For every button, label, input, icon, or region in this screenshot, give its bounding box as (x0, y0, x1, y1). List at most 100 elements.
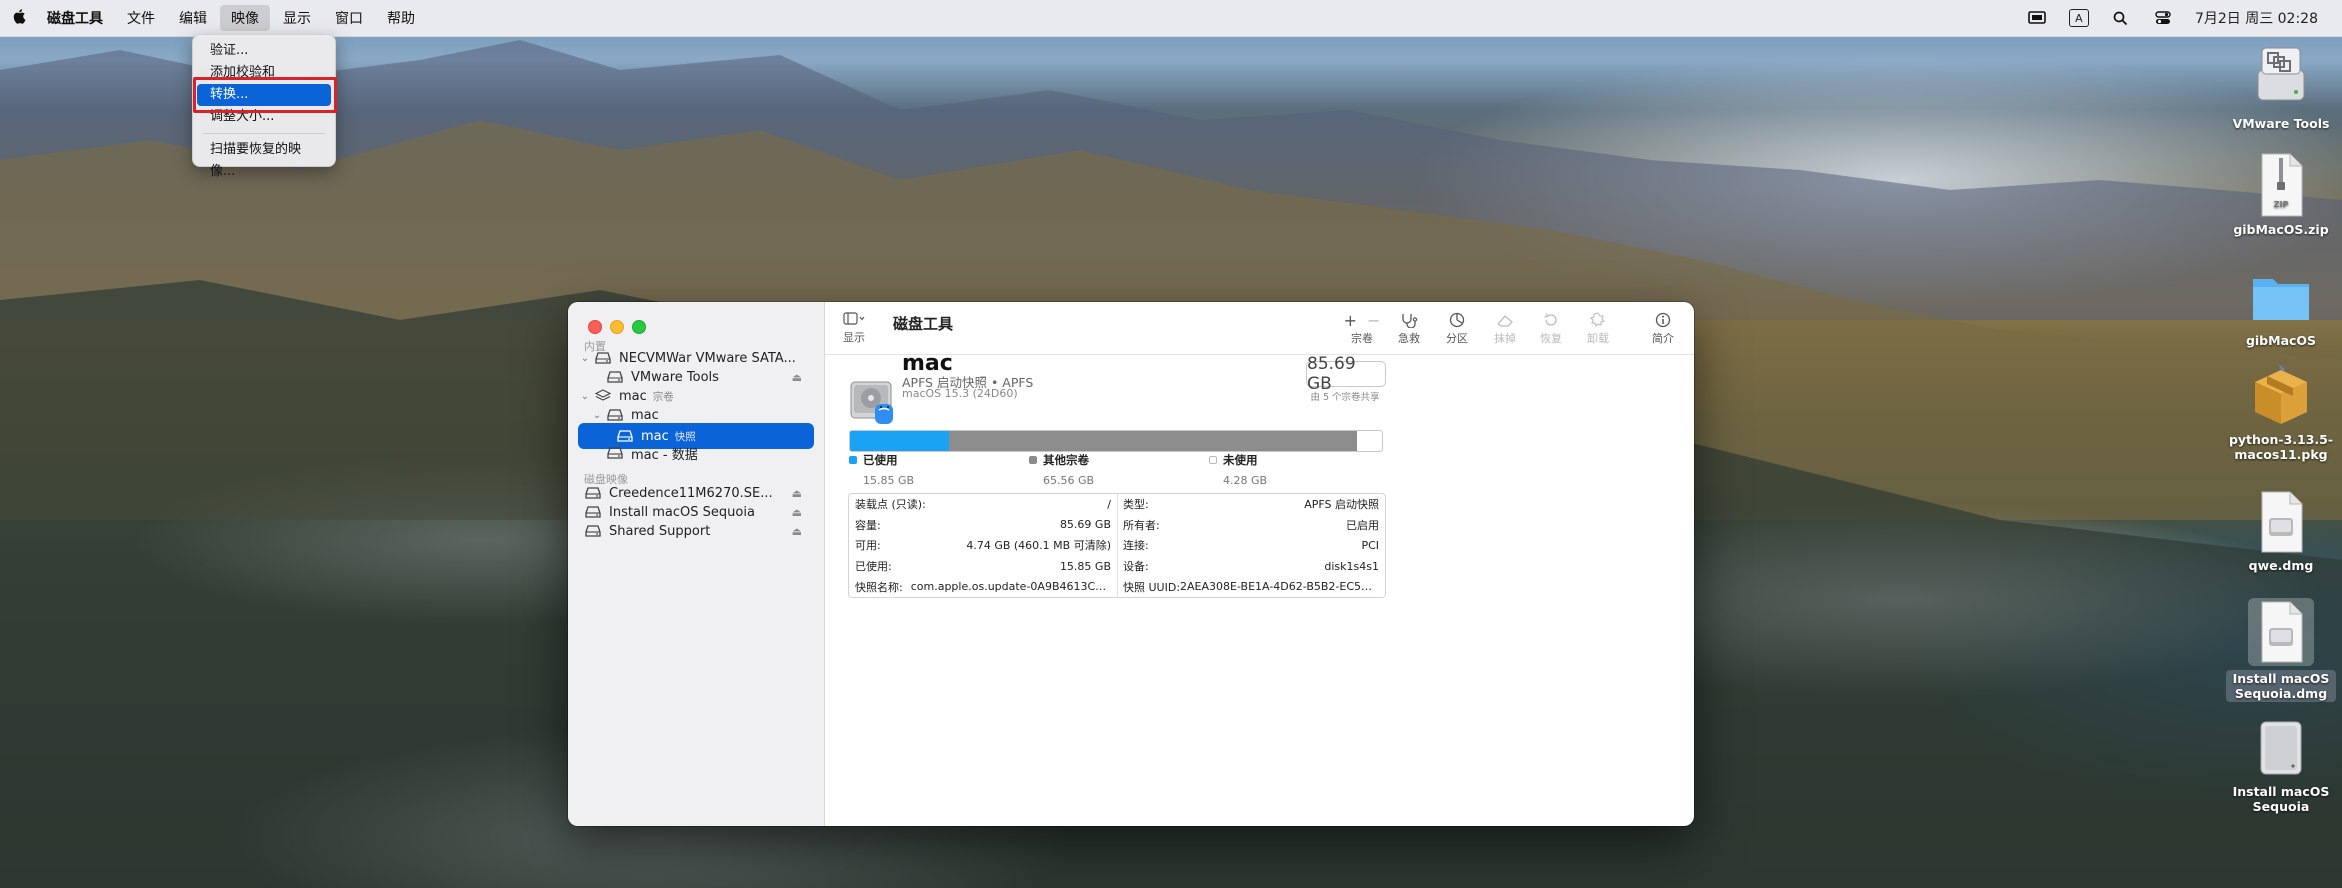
legend-free: 未使用 4.28 GB (1209, 452, 1267, 487)
menu-file[interactable]: 文件 (116, 5, 166, 31)
toolbar: 显示 磁盘工具 + − 宗卷 急救 分区 抹掉 恢复 卸载 简介 (825, 302, 1694, 355)
info-value: / (1107, 497, 1111, 511)
chevron-down-icon[interactable]: ⌄ (578, 391, 592, 402)
desktop-icon-install-sequoia-dmg[interactable]: Install macOS Sequoia.dmg (2226, 598, 2336, 702)
eraser-icon (1496, 310, 1514, 330)
info-column-left: 装载点 (只读): / 容量: 85.69 GB 可用: 4.74 GB (460.1… (849, 494, 1118, 597)
eject-icon[interactable]: ⏏ (792, 487, 802, 500)
desktop-icon-install-sequoia-volume[interactable]: Install macOS Sequoia (2226, 716, 2336, 814)
info-key: 类型: (1123, 498, 1149, 512)
legend-other-value: 65.56 GB (1043, 474, 1095, 487)
legend-used-swatch (849, 456, 857, 464)
desktop-icon-vmware-tools[interactable]: VMware Tools (2226, 40, 2336, 131)
volume-button[interactable]: + − 宗卷 (1342, 310, 1382, 346)
desktop-icon-label: gibMacOS.zip (2233, 222, 2329, 237)
info-value: disk1s4s1 (1324, 559, 1379, 573)
apple-menu-icon[interactable] (2, 8, 36, 28)
control-center-icon[interactable] (2153, 8, 2173, 28)
info-row-snapshot-uuid: 快照 UUID:2AEA308E-BE1A-4D62-B5B2-EC569448… (1117, 576, 1385, 597)
spotlight-search-icon[interactable] (2111, 8, 2131, 28)
menu-view[interactable]: 显示 (272, 5, 322, 31)
usage-bar-other-segment (949, 431, 1357, 451)
first-aid-button[interactable]: 急救 (1389, 310, 1429, 346)
capacity-display: 85.69 GB (1306, 354, 1386, 394)
eject-icon[interactable]: ⏏ (792, 525, 802, 538)
view-button[interactable]: 显示 (843, 312, 865, 345)
legend-other-swatch (1029, 456, 1037, 464)
close-button[interactable] (588, 320, 602, 334)
info-row-connection: 连接: PCI (1117, 535, 1385, 556)
erase-button[interactable]: 抹掉 (1485, 310, 1525, 346)
desktop-icon-label: Install macOS Sequoia (2232, 784, 2330, 814)
desktop-icon-qwe-dmg[interactable]: qwe.dmg (2226, 490, 2336, 573)
legend-other-label: 其他宗卷 (1043, 453, 1089, 467)
legend-used-value: 15.85 GB (863, 474, 915, 487)
hard-drive-icon (582, 506, 604, 518)
menu-edit[interactable]: 编辑 (168, 5, 218, 31)
stethoscope-icon (1400, 310, 1418, 330)
info-key: 容量: (855, 518, 881, 532)
input-source-icon[interactable]: A (2068, 8, 2089, 28)
partition-button[interactable]: 分区 (1437, 310, 1477, 346)
info-row-available: 可用: 4.74 GB (460.1 MB 可清除) (849, 535, 1117, 556)
dmg-file-icon (2256, 490, 2306, 554)
legend-used-label: 已使用 (863, 453, 898, 467)
capacity-note: 由 5 个宗卷共享 (1310, 392, 1380, 403)
menu-window[interactable]: 窗口 (324, 5, 374, 31)
first-aid-label: 急救 (1398, 332, 1420, 345)
hard-drive-icon (604, 447, 626, 459)
info-row-type: 类型: APFS 启动快照 (1117, 494, 1385, 515)
info-row-used: 已使用: 15.85 GB (849, 556, 1117, 577)
view-label: 显示 (843, 331, 865, 344)
unmount-button[interactable]: 卸载 (1578, 310, 1618, 346)
screen-mirroring-icon[interactable] (2027, 8, 2047, 28)
info-value: 4.74 GB (460.1 MB 可清除) (966, 539, 1111, 553)
desktop-icon-label: VMware Tools (2232, 116, 2330, 131)
info-button[interactable]: 简介 (1643, 310, 1683, 346)
svg-text:ZIP: ZIP (2274, 200, 2289, 209)
restore-arrow-icon (1543, 310, 1559, 330)
unmount-icon (1590, 310, 1606, 330)
vmware-disk-icon (2250, 40, 2312, 112)
menu-item-scan-image[interactable]: 扫描要恢复的映像... (197, 139, 331, 179)
minimize-button[interactable] (610, 320, 624, 334)
info-value: 15.85 GB (1059, 559, 1111, 573)
menu-app-name[interactable]: 磁盘工具 (36, 5, 114, 31)
desktop-icon-label: python-3.13.5-macos11.pkg (2228, 432, 2334, 462)
volume-info-table: 装载点 (只读): / 容量: 85.69 GB 可用: 4.74 GB (460.1… (848, 493, 1386, 598)
restore-label: 恢复 (1540, 332, 1562, 345)
menu-help[interactable]: 帮助 (376, 5, 426, 31)
zoom-button[interactable] (632, 320, 646, 334)
sidebar-toggle-icon (843, 312, 865, 329)
desktop-icon-label: Install macOS Sequoia.dmg (2226, 670, 2336, 702)
menu-item-verify[interactable]: 验证... (197, 40, 331, 62)
chevron-down-icon[interactable]: ⌄ (590, 410, 604, 421)
info-key: 快照名称: (855, 580, 903, 594)
sidebar-item-shared-support[interactable]: Shared Support ⏏ (578, 518, 814, 544)
eject-icon[interactable]: ⏏ (792, 506, 802, 519)
sidebar-item-mac-data[interactable]: mac - 数据 (590, 440, 814, 466)
eject-icon[interactable]: ⏏ (792, 371, 802, 384)
clock[interactable]: 7月2日 周三 02:28 (2195, 8, 2318, 28)
mounted-volume-icon (2253, 716, 2309, 780)
desktop-icon-gibmacos-zip[interactable]: ZIP gibMacOS.zip (2226, 152, 2336, 237)
volume-disk-icon (849, 376, 895, 430)
info-column-right: 类型: APFS 启动快照 所有者: 已启用 连接: PCI 设备: disk1s4s1… (1117, 494, 1385, 597)
menu-bar: 磁盘工具 文件 编辑 映像 显示 窗口 帮助 A 7月2日 周三 02:28 (0, 0, 2342, 37)
desktop-icon-gibmacos-folder[interactable]: gibMacOS (2226, 265, 2336, 348)
info-key: 所有者: (1123, 518, 1160, 532)
window-controls (588, 320, 646, 334)
info-key: 快照 UUID: (1123, 580, 1181, 594)
sidebar-item-label: mac (631, 407, 659, 423)
desktop-icon-python-pkg[interactable]: python-3.13.5-macos11.pkg (2226, 362, 2336, 462)
restore-button[interactable]: 恢复 (1531, 310, 1571, 346)
chevron-down-icon[interactable]: ⌄ (578, 353, 592, 364)
unmount-label: 卸载 (1587, 332, 1609, 345)
folder-icon (2249, 265, 2313, 329)
info-value: com.apple.os.update-0A9B4613C9236D4BB917… (910, 580, 1111, 594)
menu-image[interactable]: 映像 (220, 5, 270, 31)
pie-chart-icon (1449, 310, 1465, 330)
sidebar: 内置 ⌄ NECVMWar VMware SATA... VMware Tool… (568, 302, 825, 826)
info-value: 已启用 (1346, 518, 1379, 532)
info-row-owners: 所有者: 已启用 (1117, 515, 1385, 536)
